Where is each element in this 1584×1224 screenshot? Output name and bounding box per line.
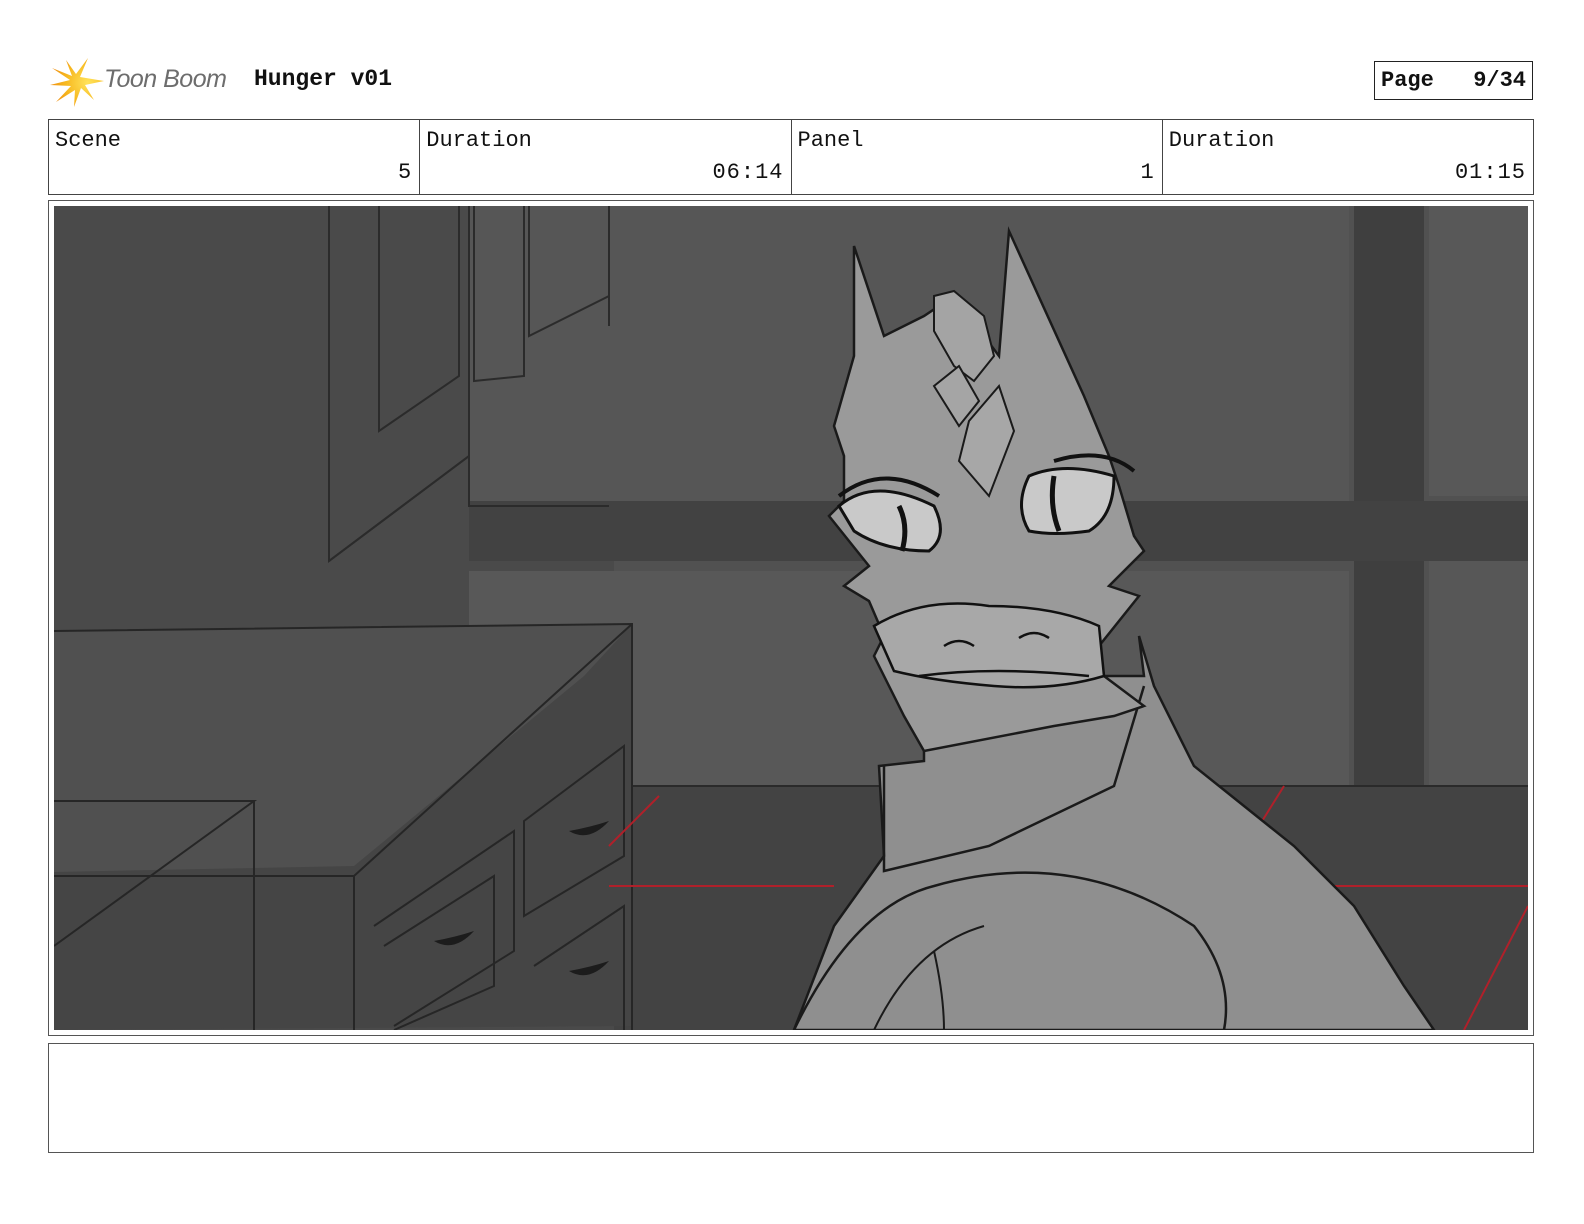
panel-notes-box [48,1043,1534,1153]
scene-duration-cell: Duration 06:14 [420,120,792,194]
toon-boom-logo: Toon Boom [50,54,240,108]
scene-info-table: Scene 5 Duration 06:14 Panel 1 Duration … [48,119,1534,195]
page-indicator: Page 9/34 [1374,61,1533,100]
panel-drawing [54,206,1528,1030]
panel-value: 1 [1140,160,1155,185]
storyboard-panel [48,200,1534,1036]
scene-value: 5 [398,160,413,185]
scene-duration-value: 06:14 [712,160,784,185]
project-title: Hunger v01 [254,66,393,92]
toon-boom-burst-icon [50,58,104,107]
panel-duration-cell: Duration 01:15 [1163,120,1533,194]
panel-label: Panel [797,128,864,153]
page-number: 9/34 [1473,68,1526,93]
panel-duration-label: Duration [1168,128,1275,153]
brand-name: Toon Boom [104,65,227,93]
scene-label: Scene [55,128,122,153]
panel-duration-value: 01:15 [1454,160,1526,185]
scene-duration-label: Duration [426,128,532,153]
scene-cell: Scene 5 [49,120,421,194]
page-label: Page [1381,68,1434,93]
panel-cell: Panel 1 [792,120,1163,194]
